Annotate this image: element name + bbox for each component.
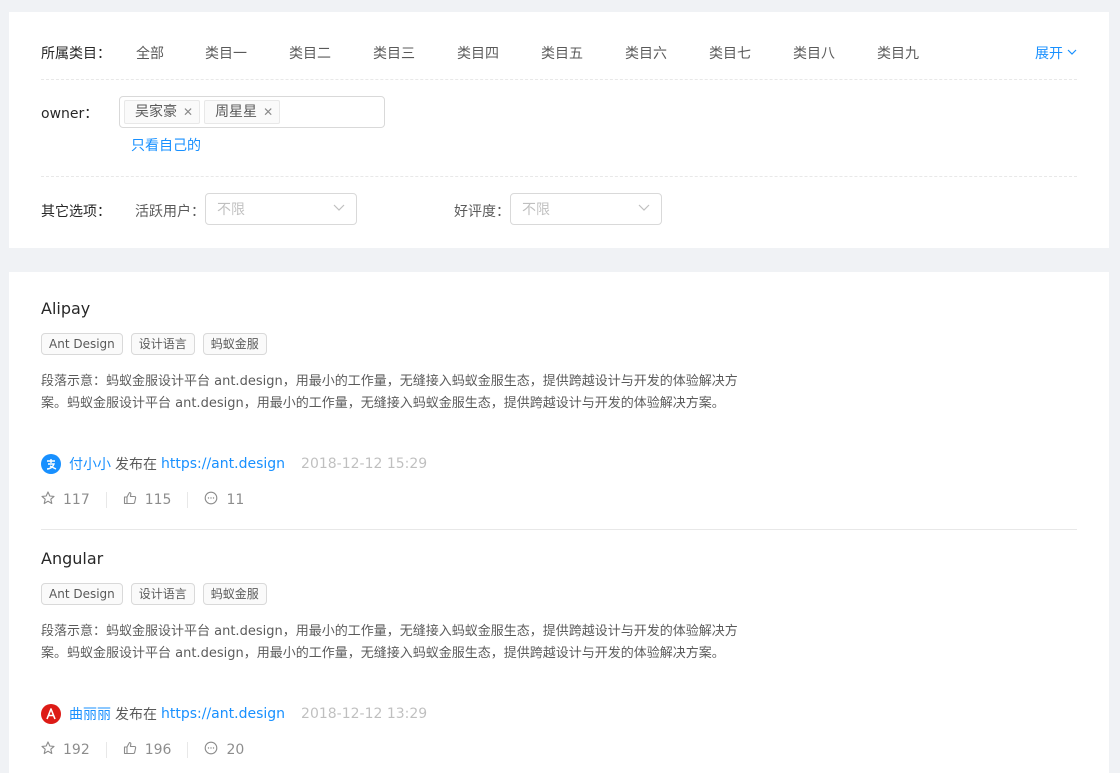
owner-chip: 周星星 ✕: [204, 100, 281, 124]
message-count: 11: [226, 492, 245, 508]
message-action[interactable]: 11: [187, 491, 260, 509]
category-item-5[interactable]: 类目五: [520, 43, 604, 63]
category-item-1[interactable]: 类目一: [184, 43, 268, 63]
other-filter-row: 其它选项： 活跃用户： 不限 好评度： 不限: [41, 177, 1077, 248]
like-action[interactable]: 115: [105, 491, 188, 509]
publish-time: 2018-12-12 15:29: [301, 456, 428, 472]
like-icon: [123, 741, 137, 759]
list-item: Alipay Ant Design 设计语言 蚂蚁金服 段落示意：蚂蚁金服设计平…: [41, 272, 1077, 530]
filter-card: 所属类目： 全部 类目一 类目二 类目三 类目四 类目五 类目六 类目七 类目八…: [9, 12, 1109, 248]
alipay-icon: [41, 454, 61, 474]
active-users-label: 活跃用户：: [135, 204, 205, 220]
item-title[interactable]: Alipay: [41, 299, 90, 318]
chevron-down-icon: [638, 201, 650, 217]
category-filter-row: 所属类目： 全部 类目一 类目二 类目三 类目四 类目五 类目六 类目七 类目八…: [41, 12, 1077, 80]
category-item-4[interactable]: 类目四: [436, 43, 520, 63]
tag: Ant Design: [41, 333, 123, 355]
chevron-down-icon: [1067, 45, 1077, 61]
close-icon[interactable]: ✕: [183, 101, 193, 123]
item-description: 段落示意：蚂蚁金服设计平台 ant.design，用最小的工作量，无缝接入蚂蚁金…: [41, 374, 738, 411]
category-item-8[interactable]: 类目八: [772, 43, 856, 63]
category-item-7[interactable]: 类目七: [688, 43, 772, 63]
only-mine-link[interactable]: 只看自己的: [131, 135, 201, 155]
item-meta: 曲丽丽 发布在 https://ant.design 2018-12-12 13…: [41, 704, 427, 724]
message-icon: [204, 741, 218, 759]
category-item-3[interactable]: 类目三: [352, 43, 436, 63]
href-link[interactable]: https://ant.design: [161, 456, 285, 472]
expand-label: 展开: [1035, 46, 1063, 62]
item-actions: 117 115 11: [41, 491, 260, 509]
tag: 设计语言: [130, 583, 195, 605]
other-options-label: 其它选项：: [41, 204, 111, 220]
category-list: 全部 类目一 类目二 类目三 类目四 类目五 类目六 类目七 类目八 类目九: [136, 43, 940, 63]
owner-chip-label: 周星星: [215, 104, 258, 120]
item-meta: 付小小 发布在 https://ant.design 2018-12-12 15…: [41, 454, 427, 474]
like-count: 115: [144, 492, 172, 508]
tag-list: Ant Design 设计语言 蚂蚁金服: [41, 333, 267, 355]
published-text: 发布在: [115, 457, 157, 473]
tag: Ant Design: [41, 583, 123, 605]
angular-icon: [41, 704, 61, 724]
owner-label: owner：: [41, 106, 99, 122]
item-title[interactable]: Angular: [41, 549, 103, 568]
active-users-value: 不限: [217, 202, 245, 218]
star-action[interactable]: 192: [41, 741, 106, 759]
star-action[interactable]: 117: [41, 491, 106, 509]
published-text: 发布在: [115, 707, 157, 723]
like-action[interactable]: 196: [105, 741, 188, 759]
rating-label: 好评度：: [454, 204, 510, 220]
tag: 蚂蚁金服: [202, 583, 267, 605]
article-list-card: Alipay Ant Design 设计语言 蚂蚁金服 段落示意：蚂蚁金服设计平…: [9, 272, 1109, 773]
category-label: 所属类目：: [41, 46, 111, 62]
star-icon: [41, 491, 55, 509]
owner-chip-label: 吴家豪: [135, 104, 177, 120]
category-item-all[interactable]: 全部: [136, 43, 184, 63]
category-item-6[interactable]: 类目六: [604, 43, 688, 63]
message-icon: [204, 491, 218, 509]
rating-value: 不限: [522, 202, 550, 218]
list-item: Angular Ant Design 设计语言 蚂蚁金服 段落示意：蚂蚁金服设计…: [41, 530, 1077, 773]
tag-list: Ant Design 设计语言 蚂蚁金服: [41, 583, 267, 605]
owner-filter-row: owner： 吴家豪 ✕ 周星星 ✕ 只看自己的: [41, 80, 1077, 177]
publish-time: 2018-12-12 13:29: [301, 706, 428, 722]
href-link[interactable]: https://ant.design: [161, 706, 285, 722]
rating-select[interactable]: 不限: [510, 193, 662, 225]
author-link[interactable]: 曲丽丽: [69, 704, 111, 724]
like-icon: [123, 491, 137, 509]
item-actions: 192 196 20: [41, 741, 260, 759]
close-icon[interactable]: ✕: [263, 101, 273, 123]
star-count: 192: [63, 742, 90, 758]
star-icon: [41, 741, 55, 759]
like-count: 196: [144, 742, 172, 758]
message-count: 20: [226, 742, 245, 758]
item-description: 段落示意：蚂蚁金服设计平台 ant.design，用最小的工作量，无缝接入蚂蚁金…: [41, 624, 738, 661]
chevron-down-icon: [333, 201, 345, 217]
owner-chip: 吴家豪 ✕: [124, 100, 201, 124]
tag: 设计语言: [130, 333, 195, 355]
message-action[interactable]: 20: [187, 741, 260, 759]
star-count: 117: [63, 492, 90, 508]
category-item-2[interactable]: 类目二: [268, 43, 352, 63]
active-users-select[interactable]: 不限: [205, 193, 357, 225]
author-link[interactable]: 付小小: [69, 454, 111, 474]
tag: 蚂蚁金服: [202, 333, 267, 355]
category-item-9[interactable]: 类目九: [856, 43, 940, 63]
expand-button[interactable]: 展开: [1035, 43, 1077, 63]
owner-select[interactable]: 吴家豪 ✕ 周星星 ✕: [119, 96, 385, 128]
